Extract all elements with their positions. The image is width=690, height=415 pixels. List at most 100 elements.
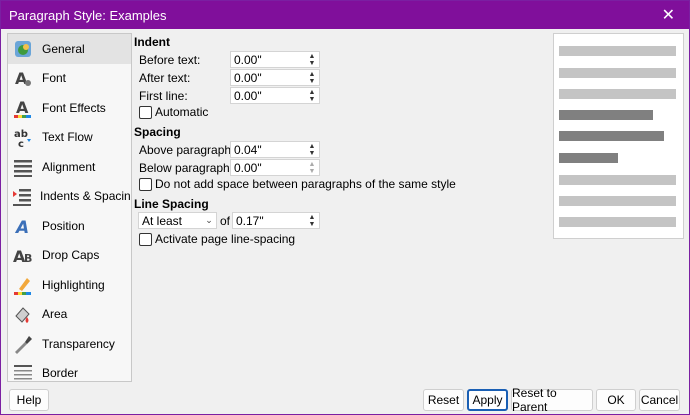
of-label: of: [220, 214, 231, 228]
sidebar-item-font[interactable]: A Font: [8, 64, 131, 94]
below-paragraph-label: Below paragraph:: [139, 161, 234, 175]
border-icon: [12, 362, 34, 381]
sidebar-item-position[interactable]: A Position: [8, 211, 131, 241]
reset-button[interactable]: Reset: [423, 389, 464, 411]
ok-button[interactable]: OK: [596, 389, 636, 411]
above-paragraph-field[interactable]: 0.04" ▲ ▼: [230, 141, 320, 158]
paragraph-preview: [553, 33, 684, 239]
indents-spacing-icon: [12, 185, 32, 207]
spin-down-icon[interactable]: ▼: [309, 150, 316, 157]
sidebar-item-area[interactable]: Area: [8, 300, 131, 330]
first-line-value: 0.00": [234, 88, 262, 103]
sidebar-item-drop-caps[interactable]: AB Drop Caps: [8, 241, 131, 271]
transparency-icon: [12, 333, 34, 355]
title-bar: Paragraph Style: Examples ✕: [1, 1, 689, 29]
sidebar-item-font-effects[interactable]: A Font Effects: [8, 93, 131, 123]
before-text-label: Before text:: [139, 53, 201, 67]
before-text-value: 0.00": [234, 52, 262, 67]
preview-line: [559, 217, 676, 227]
sidebar-item-general[interactable]: General: [8, 34, 131, 64]
line-spacing-mode-value: At least: [142, 213, 183, 228]
spin-up-icon[interactable]: ▲: [309, 214, 316, 221]
after-text-value: 0.00": [234, 70, 262, 85]
paragraph-style-dialog: Paragraph Style: Examples ✕ General A Fo…: [0, 0, 690, 415]
spin-down-icon[interactable]: ▼: [309, 221, 316, 228]
spacing-heading: Spacing: [134, 125, 181, 139]
preview-line: [559, 153, 618, 163]
preview-line: [559, 68, 676, 78]
sidebar-item-border[interactable]: Border: [8, 359, 131, 382]
preview-line: [559, 175, 676, 185]
sidebar-item-alignment[interactable]: Alignment: [8, 152, 131, 182]
sidebar-item-label: Area: [42, 307, 68, 322]
preview-line: [559, 131, 664, 141]
line-spacing-mode-select[interactable]: At least ⌄: [138, 212, 217, 229]
spin-down-icon[interactable]: ▼: [309, 60, 316, 67]
checkbox-box[interactable]: [139, 105, 152, 119]
cancel-button[interactable]: Cancel: [639, 389, 680, 411]
general-icon: [12, 38, 34, 60]
sidebar-item-label: Text Flow: [42, 130, 93, 145]
sidebar-item-indents-spacing[interactable]: Indents & Spacing: [8, 182, 131, 212]
spin-up-icon[interactable]: ▲: [309, 161, 316, 168]
svg-text:A: A: [16, 98, 29, 117]
spin-up-icon[interactable]: ▲: [309, 143, 316, 150]
sidebar-item-label: Border: [42, 366, 79, 381]
below-paragraph-value: 0.00": [234, 160, 262, 175]
preview-line: [559, 46, 676, 56]
before-text-spinner[interactable]: ▲ ▼: [305, 52, 319, 67]
sidebar-item-label: Position: [42, 218, 85, 233]
below-paragraph-spinner[interactable]: ▲ ▼: [305, 160, 319, 175]
above-paragraph-value: 0.04": [234, 142, 262, 157]
checkbox-box[interactable]: [139, 232, 152, 246]
line-spacing-value: 0.17": [236, 213, 264, 228]
after-text-spinner[interactable]: ▲ ▼: [305, 70, 319, 85]
preview-line: [559, 110, 653, 120]
sidebar-item-text-flow[interactable]: ab c Text Flow: [8, 123, 131, 153]
font-effects-icon: A: [12, 97, 34, 119]
page-line-spacing-label: Activate page line-spacing: [155, 232, 296, 246]
sidebar-item-label: Font: [42, 71, 67, 86]
spin-down-icon[interactable]: ▼: [309, 96, 316, 103]
line-spacing-heading: Line Spacing: [134, 197, 209, 211]
after-text-label: After text:: [139, 71, 191, 85]
spin-up-icon[interactable]: ▲: [309, 71, 316, 78]
close-icon[interactable]: ✕: [662, 5, 675, 25]
svg-text:B: B: [24, 252, 32, 265]
first-line-label: First line:: [139, 89, 188, 103]
drop-caps-icon: AB: [12, 244, 34, 266]
reset-to-parent-button[interactable]: Reset to Parent: [511, 386, 593, 414]
no-space-same-style-label: Do not add space between paragraphs of t…: [155, 177, 456, 191]
sidebar-item-label: Drop Caps: [42, 248, 100, 263]
checkbox-box[interactable]: [139, 177, 152, 191]
automatic-checkbox[interactable]: Automatic: [139, 105, 208, 119]
position-icon: A: [12, 215, 34, 237]
alignment-icon: [12, 156, 34, 178]
spin-up-icon[interactable]: ▲: [309, 53, 316, 60]
apply-button[interactable]: Apply: [467, 389, 508, 411]
spin-down-icon[interactable]: ▼: [309, 168, 316, 175]
line-spacing-spinner[interactable]: ▲ ▼: [305, 213, 319, 228]
line-spacing-value-field[interactable]: 0.17" ▲ ▼: [232, 212, 320, 229]
sidebar-item-label: Font Effects: [42, 100, 106, 115]
sidebar-item-highlighting[interactable]: Highlighting: [8, 270, 131, 300]
svg-text:c: c: [18, 139, 24, 147]
automatic-label: Automatic: [155, 105, 209, 119]
first-line-spinner[interactable]: ▲ ▼: [305, 88, 319, 103]
text-flow-icon: ab c: [12, 126, 34, 148]
window-title: Paragraph Style: Examples: [9, 8, 167, 23]
chevron-down-icon: ⌄: [205, 215, 213, 225]
help-button[interactable]: Help: [9, 389, 49, 411]
below-paragraph-field[interactable]: 0.00" ▲ ▼: [230, 159, 320, 176]
no-space-same-style-checkbox[interactable]: Do not add space between paragraphs of t…: [139, 177, 456, 191]
before-text-field[interactable]: 0.00" ▲ ▼: [230, 51, 320, 68]
above-paragraph-label: Above paragraph:: [139, 143, 235, 157]
spin-down-icon[interactable]: ▼: [309, 78, 316, 85]
area-icon: [12, 303, 34, 325]
above-paragraph-spinner[interactable]: ▲ ▼: [305, 142, 319, 157]
first-line-field[interactable]: 0.00" ▲ ▼: [230, 87, 320, 104]
spin-up-icon[interactable]: ▲: [309, 89, 316, 96]
sidebar-item-transparency[interactable]: Transparency: [8, 329, 131, 359]
page-line-spacing-checkbox[interactable]: Activate page line-spacing: [139, 232, 295, 246]
after-text-field[interactable]: 0.00" ▲ ▼: [230, 69, 320, 86]
